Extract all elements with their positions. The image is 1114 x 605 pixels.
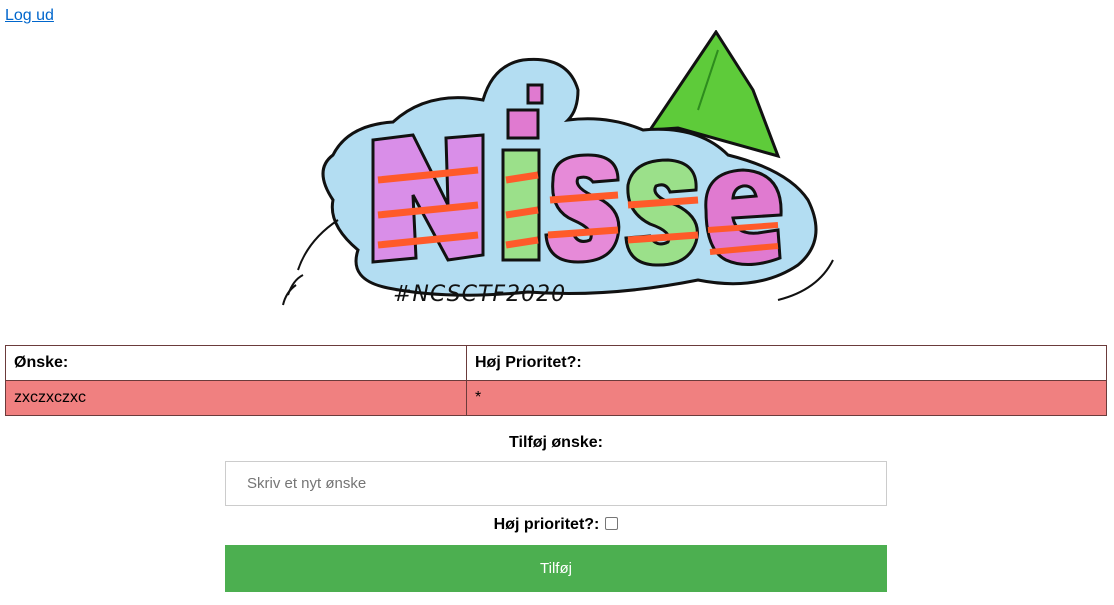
column-header-wish: Ønske: (5, 345, 467, 381)
logout-link[interactable]: Log ud (5, 7, 54, 25)
wish-table: Ønske: Høj Prioritet?: zxczxczxc * (5, 345, 1107, 416)
add-wish-button[interactable]: Tilføj (225, 545, 887, 592)
priority-cell: * (466, 380, 1107, 416)
priority-checkbox[interactable] (605, 517, 619, 530)
logo-tag-text: #NCSCTF2020 (393, 282, 567, 307)
priority-label: Høj prioritet?: (493, 516, 600, 533)
add-wish-title: Tilføj ønske: (509, 434, 603, 451)
nisse-logo: #NCSCTF2020 (278, 30, 838, 322)
priority-row: Høj prioritet?: (0, 516, 1112, 534)
wish-input[interactable] (225, 461, 887, 506)
column-header-priority: Høj Prioritet?: (466, 345, 1107, 381)
wish-cell: zxczxczxc (5, 380, 467, 416)
table-header-row: Ønske: Høj Prioritet?: (5, 345, 1107, 381)
table-row: zxczxczxc * (5, 380, 1107, 416)
